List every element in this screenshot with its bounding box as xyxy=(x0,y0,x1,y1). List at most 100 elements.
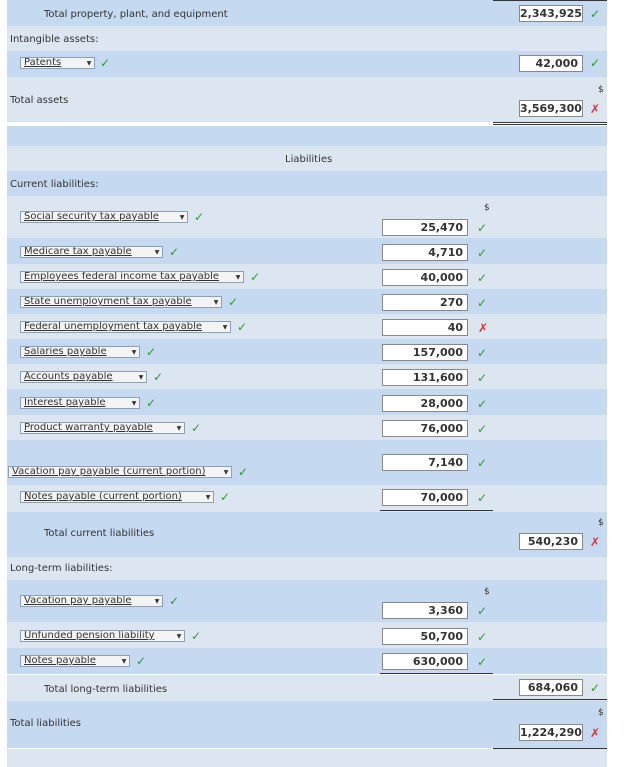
dropdown-value: Employees federal income tax payable xyxy=(24,272,220,282)
unfunded-pension-dropdown[interactable]: Unfunded pension liability ▼ xyxy=(20,630,185,642)
row-total-ppe: Total property, plant, and equipment xyxy=(7,0,607,26)
intangible-assets-header: Intangible assets: xyxy=(10,34,99,45)
unfunded-pension-amount[interactable]: 50,700 xyxy=(382,628,468,645)
vacation-pay-dropdown[interactable]: Vacation pay payable ▼ xyxy=(20,595,163,607)
check-icon: ✓ xyxy=(136,654,147,668)
total-longterm-amount[interactable]: 684,060 xyxy=(519,679,583,696)
social-security-amount[interactable]: 25,470 xyxy=(382,219,468,236)
row-longterm-header: Long-term liabilities: xyxy=(7,557,607,580)
check-icon: ✓ xyxy=(590,7,601,21)
salaries-amount[interactable]: 157,000 xyxy=(382,344,468,361)
check-icon: ✓ xyxy=(228,295,239,309)
chevron-down-icon: ▼ xyxy=(205,493,211,501)
check-icon: ✓ xyxy=(477,604,488,618)
row-total-current: Total current liabilities xyxy=(7,512,607,557)
chevron-down-icon: ▼ xyxy=(86,59,92,67)
dropdown-value: Product warranty payable xyxy=(24,423,153,433)
chevron-down-icon: ▼ xyxy=(176,632,182,640)
notes-payable-current-amount[interactable]: 70,000 xyxy=(382,489,468,506)
dropdown-value: Salaries payable xyxy=(24,347,107,357)
salaries-dropdown[interactable]: Salaries payable ▼ xyxy=(20,346,140,358)
dollar-sign: $ xyxy=(598,518,604,528)
check-icon: ✓ xyxy=(169,594,180,608)
total-liabilities-amount[interactable]: 1,224,290 xyxy=(519,724,583,741)
employees-fit-dropdown[interactable]: Employees federal income tax payable ▼ xyxy=(20,271,244,283)
medicare-dropdown[interactable]: Medicare tax payable ▼ xyxy=(20,246,163,258)
dropdown-value: Federal unemployment tax payable xyxy=(24,322,203,332)
check-icon: ✓ xyxy=(477,397,488,411)
chevron-down-icon: ▼ xyxy=(176,424,182,432)
chevron-down-icon: ▼ xyxy=(121,657,127,665)
total-liabilities-label: Total liabilities xyxy=(10,718,81,729)
employees-fit-amount[interactable]: 40,000 xyxy=(382,269,468,286)
check-icon: ✓ xyxy=(477,655,488,669)
underline xyxy=(380,510,493,511)
dropdown-value: Social security tax payable xyxy=(24,212,159,222)
vacation-pay-current-dropdown[interactable]: Vacation pay payable (current portion) ▼ xyxy=(8,466,232,478)
dropdown-value: Medicare tax payable xyxy=(24,247,132,257)
check-icon: ✓ xyxy=(477,346,488,360)
notes-payable-dropdown[interactable]: Notes payable ▼ xyxy=(20,655,130,667)
dropdown-value: Interest payable xyxy=(24,398,106,408)
vacation-pay-amount[interactable]: 3,360 xyxy=(382,602,468,619)
dollar-sign: $ xyxy=(598,708,604,718)
vacation-pay-current-amount[interactable]: 7,140 xyxy=(382,454,468,471)
state-unemployment-amount[interactable]: 270 xyxy=(382,294,468,311)
longterm-liabilities-header: Long-term liabilities: xyxy=(10,563,113,574)
check-icon: ✓ xyxy=(169,245,180,259)
check-icon: ✓ xyxy=(237,320,248,334)
federal-unemployment-amount[interactable]: 40 xyxy=(382,319,468,336)
check-icon: ✓ xyxy=(477,422,488,436)
chevron-down-icon: ▼ xyxy=(213,298,219,306)
total-current-amount[interactable]: 540,230 xyxy=(519,533,583,550)
check-icon: ✓ xyxy=(153,370,164,384)
total-ppe-amount[interactable]: 2,343,925 xyxy=(519,5,583,22)
total-assets-amount[interactable]: 3,569,300 xyxy=(519,100,583,117)
check-icon: ✓ xyxy=(477,491,488,505)
check-icon: ✓ xyxy=(146,345,157,359)
check-icon: ✓ xyxy=(477,246,488,260)
accounts-payable-dropdown[interactable]: Accounts payable ▼ xyxy=(20,371,147,383)
notes-payable-current-dropdown[interactable]: Notes payable (current portion) ▼ xyxy=(20,491,214,503)
interest-payable-amount[interactable]: 28,000 xyxy=(382,395,468,412)
state-unemployment-dropdown[interactable]: State unemployment tax payable ▼ xyxy=(20,296,222,308)
liabilities-title: Liabilities xyxy=(285,154,333,165)
underline xyxy=(493,0,607,1)
total-assets-label: Total assets xyxy=(10,95,69,106)
patents-amount[interactable]: 42,000 xyxy=(519,55,583,72)
accounts-payable-amount[interactable]: 131,600 xyxy=(382,369,468,386)
product-warranty-amount[interactable]: 76,000 xyxy=(382,420,468,437)
check-icon: ✓ xyxy=(191,629,202,643)
chevron-down-icon: ▼ xyxy=(235,273,241,281)
check-icon: ✓ xyxy=(590,56,601,70)
row-trailing xyxy=(7,749,607,767)
row-spacer xyxy=(7,126,607,146)
check-icon: ✓ xyxy=(477,296,488,310)
row-patents xyxy=(7,51,607,77)
social-security-dropdown[interactable]: Social security tax payable ▼ xyxy=(20,211,188,223)
row-intangible-header: Intangible assets: xyxy=(7,26,607,51)
check-icon: ✓ xyxy=(191,421,202,435)
interest-payable-dropdown[interactable]: Interest payable ▼ xyxy=(20,397,140,409)
notes-payable-amount[interactable]: 630,000 xyxy=(382,653,468,670)
row-liabilities-title: Liabilities xyxy=(7,146,607,171)
dropdown-value: Vacation pay payable (current portion) xyxy=(12,467,206,477)
row-total-liabilities: Total liabilities xyxy=(7,701,607,748)
dropdown-value: Vacation pay payable xyxy=(24,596,132,606)
chevron-down-icon: ▼ xyxy=(154,597,160,605)
check-icon: ✓ xyxy=(477,371,488,385)
check-icon: ✓ xyxy=(146,396,157,410)
product-warranty-dropdown[interactable]: Product warranty payable ▼ xyxy=(20,422,185,434)
patents-dropdown[interactable]: Patents ▼ xyxy=(20,57,95,69)
federal-unemployment-dropdown[interactable]: Federal unemployment tax payable ▼ xyxy=(20,321,231,333)
row-vacation-pay-current xyxy=(7,440,607,485)
dollar-sign: $ xyxy=(484,587,490,597)
check-icon: ✓ xyxy=(194,210,205,224)
check-icon: ✓ xyxy=(100,56,111,70)
row-current-header: Current liabilities: xyxy=(7,171,607,196)
medicare-amount[interactable]: 4,710 xyxy=(382,244,468,261)
check-icon: ✓ xyxy=(477,221,488,235)
x-icon: ✗ xyxy=(590,102,601,116)
x-icon: ✗ xyxy=(590,535,601,549)
x-icon: ✗ xyxy=(590,726,601,740)
